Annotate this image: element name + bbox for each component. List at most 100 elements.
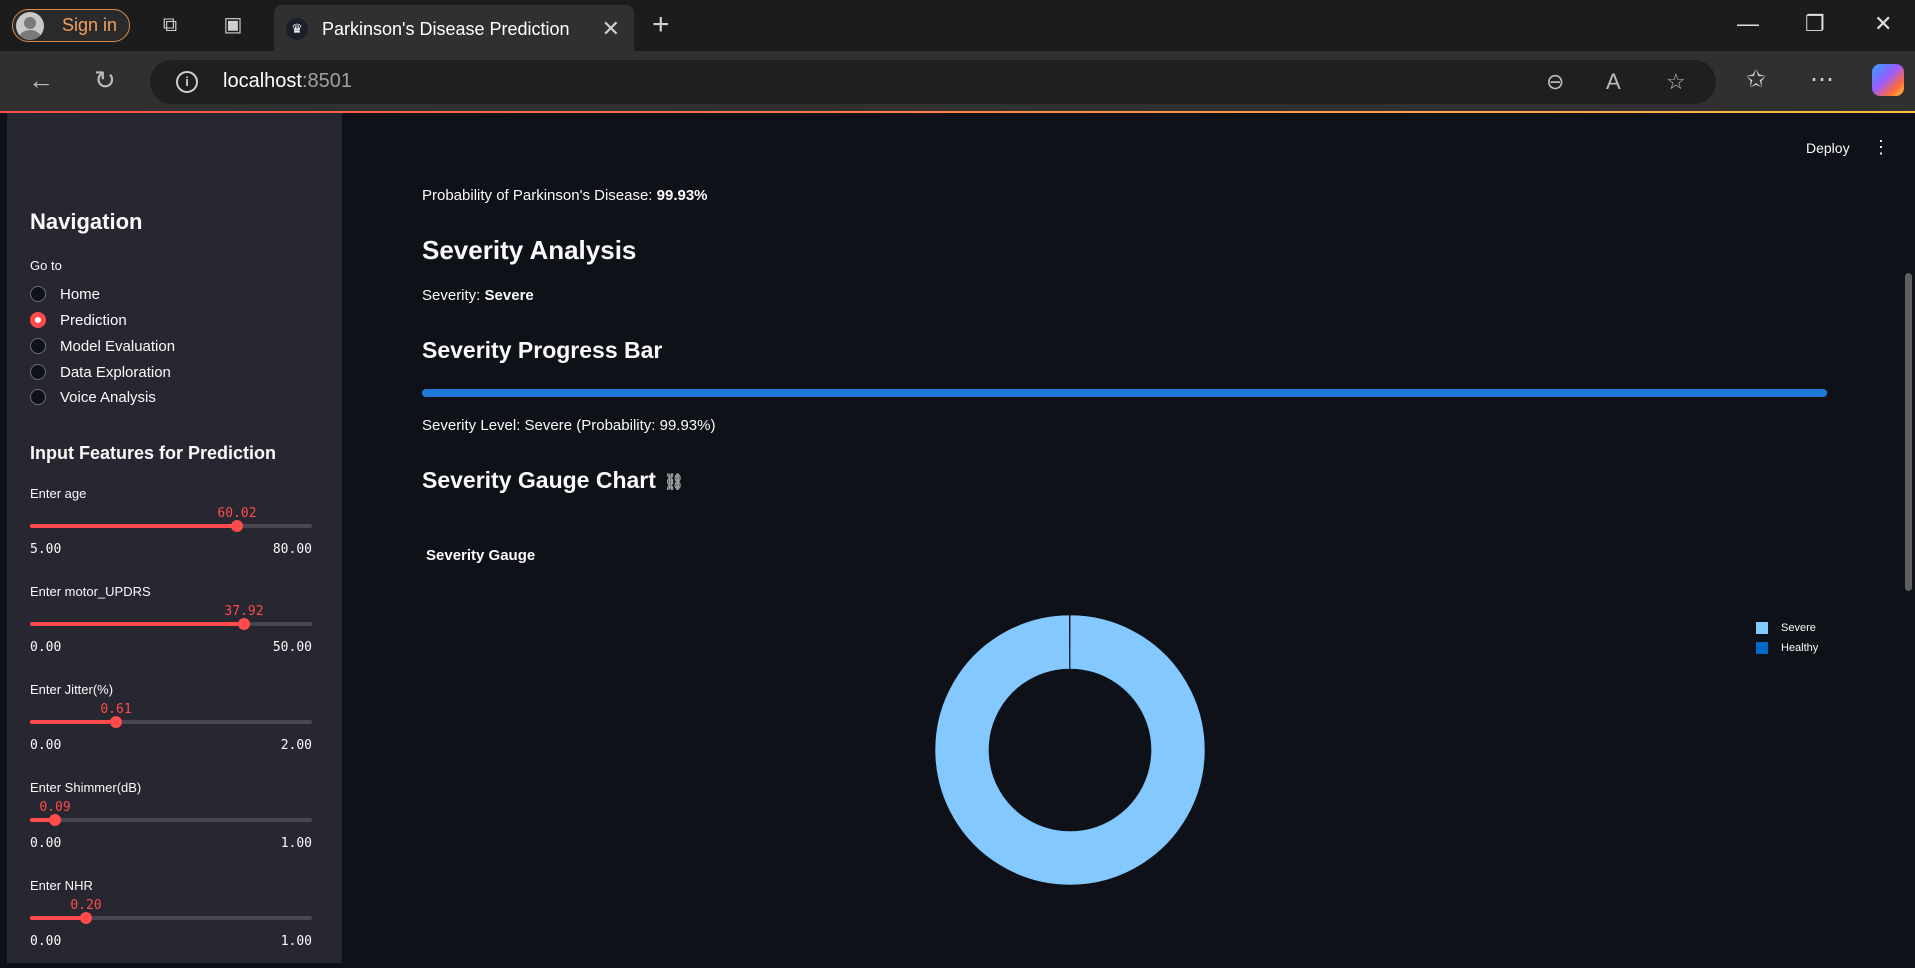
slider-value: 37.92 <box>224 604 264 619</box>
url-text[interactable]: localhost:8501 <box>223 70 352 93</box>
url-host: localhost <box>223 70 302 92</box>
radio-button-data-exploration[interactable] <box>30 364 46 380</box>
slider-fill <box>30 720 116 724</box>
slider-max: 1.00 <box>280 934 312 949</box>
severity-prefix: Severity: <box>422 287 485 304</box>
slider-thumb[interactable] <box>110 716 122 728</box>
favorites-list-icon[interactable]: ✩ <box>1746 65 1766 94</box>
nav-option-label: Voice Analysis <box>60 388 156 406</box>
progress-bar-fill <box>422 389 1828 397</box>
goto-label: Go to <box>30 258 62 273</box>
browser-titlebar: Sign in ⧉ ▣ ♛ Parkinson's Disease Predic… <box>0 0 1915 51</box>
slider-fill <box>30 524 237 528</box>
slider-motor-updrs[interactable]: Enter motor_UPDRS 37.92 0.00 50.00 <box>30 584 312 674</box>
url-port: :8501 <box>301 70 352 92</box>
nav-option-label: Model Evaluation <box>60 337 176 355</box>
slider-jitter[interactable]: Enter Jitter(%) 0.61 0.00 2.00 <box>30 682 312 772</box>
navigation-title: Navigation <box>30 209 143 234</box>
tab-title: Parkinson's Disease Prediction <box>322 19 570 39</box>
slider-max: 1.00 <box>280 836 312 851</box>
severity-text: Severity: Severe <box>422 287 534 304</box>
sidebar: Navigation Go to Home Prediction Model E… <box>7 113 342 963</box>
slider-value: 0.61 <box>100 702 132 717</box>
sign-in-button[interactable]: Sign in <box>12 9 130 42</box>
slider-age[interactable]: Enter age 60.02 5.00 80.00 <box>30 486 312 576</box>
slider-max: 2.00 <box>280 738 312 753</box>
address-bar[interactable]: i localhost:8501 ⊖ A ☆ <box>150 60 1716 104</box>
nav-option-model-evaluation[interactable]: Model Evaluation <box>30 335 175 357</box>
legend-label: Healthy <box>1781 642 1819 654</box>
slider-label: Enter Shimmer(dB) <box>30 780 142 795</box>
nav-option-prediction[interactable]: Prediction <box>30 309 127 331</box>
slider-thumb[interactable] <box>49 814 61 826</box>
legend-item-healthy[interactable]: Healthy <box>1756 638 1818 658</box>
new-tab-icon[interactable]: + <box>652 8 670 42</box>
radio-button-model-evaluation[interactable] <box>30 338 46 354</box>
probability-value: 99.93% <box>656 187 708 204</box>
severity-progress-bar <box>422 389 1828 397</box>
slider-thumb[interactable] <box>80 912 92 924</box>
chart-legend: Severe Healthy <box>1756 618 1818 658</box>
nav-option-voice-analysis[interactable]: Voice Analysis <box>30 386 156 408</box>
slider-shimmer[interactable]: Enter Shimmer(dB) 0.09 0.00 1.00 <box>30 780 312 870</box>
legend-item-severe[interactable]: Severe <box>1756 618 1818 638</box>
slider-max: 50.00 <box>272 640 312 655</box>
nav-option-home[interactable]: Home <box>30 283 100 305</box>
refresh-icon[interactable]: ↻ <box>94 65 116 96</box>
slider-min: 5.00 <box>30 542 62 557</box>
nav-option-label: Home <box>60 285 101 303</box>
window-close-icon[interactable]: ✕ <box>1874 11 1892 37</box>
slider-nhr[interactable]: Enter NHR 0.20 0.00 1.00 <box>30 878 312 968</box>
radio-button-prediction[interactable] <box>30 312 46 328</box>
probability-text: Probability of Parkinson's Disease: 99.9… <box>422 187 708 204</box>
page-scrollbar[interactable] <box>1905 273 1912 591</box>
slider-label: Enter motor_UPDRS <box>30 584 151 599</box>
zoom-out-icon[interactable]: ⊖ <box>1546 69 1564 95</box>
favorite-star-icon[interactable]: ☆ <box>1666 69 1686 95</box>
tab-close-icon[interactable]: ✕ <box>602 16 620 42</box>
more-options-icon[interactable]: ⋯ <box>1810 65 1834 94</box>
minimize-icon[interactable]: — <box>1737 11 1759 37</box>
deploy-button[interactable]: Deploy <box>1806 140 1850 156</box>
profile-avatar-icon <box>16 11 44 40</box>
slider-label: Enter NHR <box>30 878 93 893</box>
restore-icon[interactable]: ❐ <box>1805 11 1825 37</box>
main-menu-icon[interactable]: ⋮ <box>1872 137 1890 158</box>
browser-tab-active[interactable]: ♛ Parkinson's Disease Prediction ✕ <box>274 5 634 51</box>
slider-min: 0.00 <box>30 836 62 851</box>
anchor-link-icon[interactable]: ⛓ <box>664 472 684 492</box>
nav-option-label: Prediction <box>60 311 127 329</box>
legend-swatch <box>1756 622 1768 634</box>
workspaces-icon[interactable]: ⧉ <box>158 13 182 37</box>
streamlit-crown-icon: ♛ <box>286 18 308 40</box>
slider-min: 0.00 <box>30 640 62 655</box>
gauge-chart-heading: Severity Gauge Chart ⛓ <box>422 467 684 494</box>
donut-slice-healthy[interactable] <box>1069 614 1071 670</box>
tab-actions-icon[interactable]: ▣ <box>221 13 245 37</box>
input-features-title: Input Features for Prediction <box>30 443 277 463</box>
slider-value: 0.09 <box>39 800 71 815</box>
copilot-icon[interactable] <box>1872 64 1904 96</box>
slider-max: 80.00 <box>272 542 312 557</box>
legend-label: Severe <box>1781 622 1816 634</box>
slider-track[interactable] <box>30 818 312 822</box>
slider-thumb[interactable] <box>238 618 250 630</box>
site-info-icon[interactable]: i <box>176 71 198 93</box>
radio-button-home[interactable] <box>30 286 46 302</box>
severity-analysis-title: Severity Analysis <box>422 235 637 265</box>
slider-fill <box>30 916 86 920</box>
nav-option-data-exploration[interactable]: Data Exploration <box>30 361 171 383</box>
sign-in-label: Sign in <box>62 15 118 35</box>
gauge-chart-title: Severity Gauge Chart <box>422 467 656 493</box>
slider-min: 0.00 <box>30 934 62 949</box>
slider-thumb[interactable] <box>231 520 243 532</box>
legend-swatch <box>1756 642 1768 654</box>
probability-prefix: Probability of Parkinson's Disease: <box>422 187 657 204</box>
radio-button-voice-analysis[interactable] <box>30 389 46 405</box>
slider-min: 0.00 <box>30 738 62 753</box>
read-aloud-icon[interactable]: A <box>1606 69 1621 95</box>
address-toolbar: ← ↻ i localhost:8501 ⊖ A ☆ ✩ ⋯ <box>0 51 1915 111</box>
back-arrow-icon[interactable]: ← <box>28 65 54 96</box>
slider-label: Enter age <box>30 486 87 501</box>
slider-value: 0.20 <box>70 898 102 913</box>
